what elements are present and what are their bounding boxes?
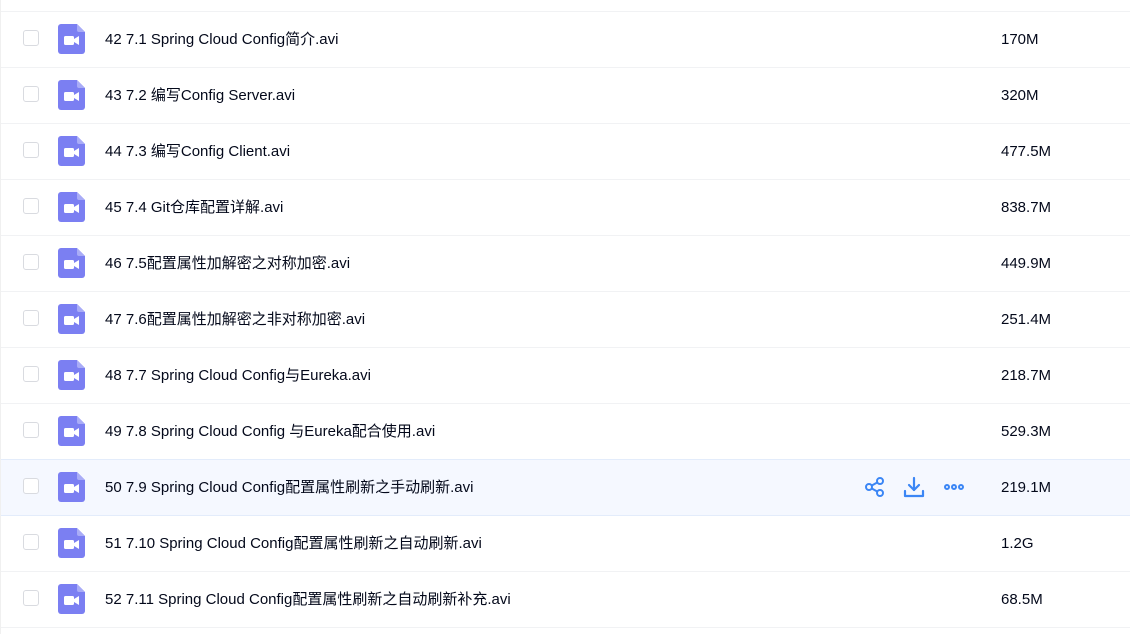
file-name[interactable]: 43 7.2 编写Config Server.avi [105, 68, 295, 124]
file-name[interactable]: 45 7.4 Git仓库配置详解.avi [105, 180, 283, 236]
row-checkbox[interactable] [23, 478, 39, 494]
share-icon[interactable] [863, 475, 887, 499]
video-file-icon [58, 528, 85, 558]
row-checkbox[interactable] [23, 254, 39, 270]
row-checkbox[interactable] [23, 142, 39, 158]
file-row[interactable]: 42 7.1 Spring Cloud Config简介.avi 170M [1, 12, 1130, 68]
video-file-icon [58, 304, 85, 334]
file-name[interactable]: 52 7.11 Spring Cloud Config配置属性刷新之自动刷新补充… [105, 572, 511, 628]
file-name[interactable]: 50 7.9 Spring Cloud Config配置属性刷新之手动刷新.av… [105, 460, 473, 516]
row-checkbox[interactable] [23, 590, 39, 606]
file-size: 251.4M [1001, 311, 1052, 328]
video-file-icon [58, 360, 85, 390]
file-row[interactable]: 49 7.8 Spring Cloud Config 与Eureka配合使用.a… [1, 404, 1130, 460]
more-icon[interactable] [942, 475, 966, 499]
video-file-icon [58, 136, 85, 166]
file-size: 170M [1001, 31, 1039, 48]
file-size: 529.3M [1001, 423, 1052, 440]
file-size: 320M [1001, 87, 1039, 104]
row-checkbox[interactable] [23, 198, 39, 214]
row-checkbox[interactable] [23, 310, 39, 326]
video-file-icon [58, 472, 85, 502]
file-name[interactable]: 42 7.1 Spring Cloud Config简介.avi [105, 12, 338, 68]
file-name[interactable]: 49 7.8 Spring Cloud Config 与Eureka配合使用.a… [105, 404, 435, 460]
file-name[interactable]: 44 7.3 编写Config Client.avi [105, 124, 290, 180]
file-row[interactable]: 43 7.2 编写Config Server.avi 320M [1, 68, 1130, 124]
video-file-icon [58, 416, 85, 446]
video-file-icon [58, 24, 85, 54]
file-name[interactable]: 47 7.6配置属性加解密之非对称加密.avi [105, 292, 365, 348]
video-file-icon [58, 248, 85, 278]
file-name[interactable]: 48 7.7 Spring Cloud Config与Eureka.avi [105, 348, 371, 404]
file-row[interactable]: 45 7.4 Git仓库配置详解.avi 838.7M [1, 180, 1130, 236]
file-size: 1.2G [1001, 535, 1034, 552]
file-row[interactable]: 52 7.11 Spring Cloud Config配置属性刷新之自动刷新补充… [1, 572, 1130, 628]
file-row-hovered[interactable]: 50 7.9 Spring Cloud Config配置属性刷新之手动刷新.av… [1, 459, 1130, 516]
file-list: 42 7.1 Spring Cloud Config简介.avi 170M 43… [0, 0, 1130, 634]
video-file-icon [58, 584, 85, 614]
row-checkbox[interactable] [23, 366, 39, 382]
file-size: 449.9M [1001, 255, 1052, 272]
row-checkbox[interactable] [23, 86, 39, 102]
file-row[interactable]: 44 7.3 编写Config Client.avi 477.5M [1, 124, 1130, 180]
file-size: 219.1M [1001, 479, 1052, 496]
download-icon[interactable] [902, 475, 926, 499]
file-size: 477.5M [1001, 143, 1052, 160]
file-name[interactable]: 51 7.10 Spring Cloud Config配置属性刷新之自动刷新.a… [105, 516, 482, 572]
file-size: 218.7M [1001, 367, 1052, 384]
row-checkbox[interactable] [23, 534, 39, 550]
row-checkbox[interactable] [23, 30, 39, 46]
file-row[interactable]: 48 7.7 Spring Cloud Config与Eureka.avi 21… [1, 348, 1130, 404]
file-name[interactable]: 46 7.5配置属性加解密之对称加密.avi [105, 236, 350, 292]
video-file-icon [58, 80, 85, 110]
file-row[interactable]: 47 7.6配置属性加解密之非对称加密.avi 251.4M [1, 292, 1130, 348]
file-size: 838.7M [1001, 199, 1052, 216]
file-size: 68.5M [1001, 591, 1043, 608]
video-file-icon [58, 192, 85, 222]
file-row[interactable]: 46 7.5配置属性加解密之对称加密.avi 449.9M [1, 236, 1130, 292]
row-checkbox[interactable] [23, 422, 39, 438]
file-row[interactable]: 51 7.10 Spring Cloud Config配置属性刷新之自动刷新.a… [1, 516, 1130, 572]
